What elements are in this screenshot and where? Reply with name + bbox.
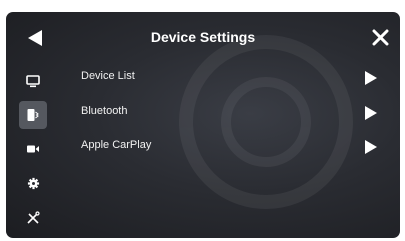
page-title: Device Settings bbox=[150, 29, 256, 45]
header-bar: Device Settings bbox=[6, 12, 400, 64]
chevron-right-icon bbox=[365, 140, 377, 154]
sidebar-item-settings[interactable] bbox=[19, 169, 47, 197]
menu-item-label: Bluetooth bbox=[81, 105, 128, 117]
menu-item-apple-carplay[interactable]: Apple CarPlay bbox=[68, 132, 388, 162]
phone-bluetooth-icon bbox=[27, 109, 39, 121]
gear-icon bbox=[27, 177, 39, 189]
device-settings-screen: Device Settings Device List Bluetooth Ap… bbox=[6, 12, 400, 238]
menu-item-bluetooth[interactable]: Bluetooth bbox=[68, 98, 388, 128]
sidebar-item-tools[interactable] bbox=[19, 204, 47, 232]
close-button[interactable] bbox=[372, 29, 389, 46]
sidebar-item-display[interactable] bbox=[19, 67, 47, 95]
close-icon bbox=[372, 29, 389, 46]
sidebar bbox=[6, 64, 58, 238]
camera-icon bbox=[27, 145, 39, 153]
tools-icon bbox=[27, 211, 40, 224]
sidebar-item-camera[interactable] bbox=[19, 135, 47, 163]
sidebar-item-device[interactable] bbox=[19, 101, 47, 129]
menu-item-label: Device List bbox=[81, 70, 135, 82]
menu-item-device-list[interactable]: Device List bbox=[68, 63, 388, 93]
monitor-icon bbox=[26, 74, 40, 87]
menu-item-label: Apple CarPlay bbox=[81, 139, 152, 151]
chevron-right-icon bbox=[365, 71, 377, 85]
chevron-right-icon bbox=[365, 106, 377, 120]
